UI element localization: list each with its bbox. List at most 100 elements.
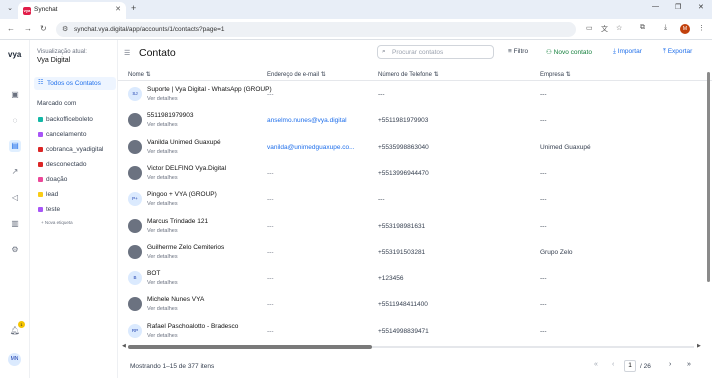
new-tab-button[interactable]: +: [131, 3, 136, 13]
label-item[interactable]: desconectado: [38, 160, 116, 170]
contact-name[interactable]: 5511981979903: [147, 112, 194, 119]
reports-icon[interactable]: ↗: [9, 166, 21, 178]
translate-icon[interactable]: 文: [601, 24, 608, 34]
close-window-icon[interactable]: ✕: [698, 3, 704, 11]
label-item[interactable]: backofficeboleto: [38, 115, 116, 125]
horizontal-scrollbar[interactable]: ◀ ▶: [122, 343, 702, 350]
first-page-icon[interactable]: «: [594, 361, 598, 368]
view-details-link[interactable]: Ver detalhes: [147, 306, 178, 312]
column-header-company[interactable]: Empresa ⇅: [540, 71, 571, 78]
browser-tab[interactable]: vya Synchat ✕: [18, 2, 126, 19]
conversations-icon[interactable]: ◌: [9, 115, 21, 127]
table-row[interactable]: Michele Nunes VYA Ver detalhes --- +5511948…: [118, 291, 706, 317]
column-header-name[interactable]: Nome ⇅: [128, 71, 151, 78]
label-item[interactable]: teste: [38, 205, 116, 215]
filter-button[interactable]: ≡ Filtro: [508, 48, 528, 55]
column-header-phone[interactable]: Número de Telefone ⇅: [378, 71, 439, 78]
url-text[interactable]: synchat.vya.digital/app/accounts/1/conta…: [74, 26, 225, 33]
contact-name[interactable]: Victor DELFINO Vya.Digital: [147, 165, 226, 172]
contact-phone: ---: [378, 91, 385, 98]
scroll-thumb[interactable]: [128, 345, 372, 349]
scroll-right-icon[interactable]: ▶: [697, 343, 701, 349]
forward-icon[interactable]: →: [24, 24, 32, 33]
view-details-link[interactable]: Ver detalhes: [147, 333, 178, 339]
new-contact-button[interactable]: ⚇ Novo contato: [546, 48, 592, 56]
view-details-link[interactable]: Ver detalhes: [147, 201, 178, 207]
label-name: lead: [46, 191, 59, 198]
user-avatar[interactable]: MN: [8, 353, 21, 366]
new-label-link[interactable]: + Nova etiqueta: [41, 220, 73, 225]
table-row[interactable]: B BOT Ver detalhes --- +123456 ---: [118, 265, 706, 291]
next-page-icon[interactable]: ›: [669, 361, 671, 368]
library-icon[interactable]: ▥: [9, 218, 21, 230]
import-button[interactable]: ⤓ Importar: [613, 48, 642, 56]
bookmark-star-icon[interactable]: ☆: [616, 24, 622, 32]
campaigns-icon[interactable]: ◁: [9, 192, 21, 204]
table-row[interactable]: SJ Suporte | Vya Digital - WhatsApp (GROU…: [118, 81, 706, 107]
prev-page-icon[interactable]: ‹: [612, 361, 614, 368]
profile-avatar[interactable]: M: [680, 24, 690, 34]
column-company-label: Empresa: [540, 72, 565, 78]
scroll-left-icon[interactable]: ◀: [122, 343, 126, 349]
export-button[interactable]: ⤒ Exportar: [663, 48, 692, 56]
view-details-link[interactable]: Ver detalhes: [147, 122, 178, 128]
label-item[interactable]: doação: [38, 175, 116, 185]
back-icon[interactable]: ←: [7, 24, 15, 33]
last-page-icon[interactable]: »: [687, 361, 691, 368]
table-row[interactable]: 5511981979903 Ver detalhes anselmo.nunes@v…: [118, 107, 706, 133]
vertical-scroll-thumb[interactable]: [707, 72, 710, 282]
contact-name[interactable]: BOT: [147, 270, 160, 277]
contact-name[interactable]: Pingoo + VYA (GROUP): [147, 191, 217, 198]
sidebar-toggle-icon[interactable]: ☰: [124, 49, 130, 57]
table-row[interactable]: P+ Pingoo + VYA (GROUP) Ver detalhes --- ---…: [118, 186, 706, 212]
label-item[interactable]: lead: [38, 190, 116, 200]
pagination-summary: Mostrando 1–15 de 377 itens: [130, 363, 215, 370]
table-row[interactable]: Marcus Trindade 121 Ver detalhes --- +55319…: [118, 213, 706, 239]
contact-email[interactable]: anselmo.nunes@vya.digital: [267, 117, 347, 124]
contact-name[interactable]: Michele Nunes VYA: [147, 296, 204, 303]
download-icon[interactable]: ⤓: [664, 24, 667, 32]
view-details-link[interactable]: Ver detalhes: [147, 149, 178, 155]
site-info-icon[interactable]: ⚙: [62, 25, 68, 33]
search-input[interactable]: [392, 48, 492, 57]
all-contacts-link[interactable]: ☷ Todos os Contatos: [34, 77, 116, 90]
reload-icon[interactable]: ↻: [40, 24, 47, 33]
minimize-icon[interactable]: —: [652, 3, 659, 10]
label-item[interactable]: cancelamento: [38, 130, 116, 140]
contact-email[interactable]: vanilda@unimedguaxupe.co...: [267, 144, 355, 151]
contact-name[interactable]: Rafael Paschoalotto - Bradesco: [147, 323, 238, 330]
cast-icon[interactable]: ▭: [586, 24, 593, 32]
table-row[interactable]: Victor DELFINO Vya.Digital Ver detalhes --…: [118, 160, 706, 186]
contact-name[interactable]: Marcus Trindade 121: [147, 218, 208, 225]
view-details-link[interactable]: Ver detalhes: [147, 228, 178, 234]
inbox-icon[interactable]: ▣: [9, 89, 21, 101]
contact-name[interactable]: Suporte | Vya Digital - WhatsApp (GROUP): [147, 86, 272, 93]
contact-avatar: [128, 244, 142, 259]
view-details-link[interactable]: Ver detalhes: [147, 175, 178, 181]
contact-name[interactable]: Guilherme Zelo Cemiterios: [147, 244, 224, 251]
extensions-icon[interactable]: ⧉: [640, 24, 645, 32]
label-item[interactable]: cobranca_vyadigital: [38, 145, 116, 155]
view-details-link[interactable]: Ver detalhes: [147, 96, 178, 102]
tab-search-icon[interactable]: ⌄: [5, 4, 15, 14]
view-details-link[interactable]: Ver detalhes: [147, 254, 178, 260]
tab-close-icon[interactable]: ✕: [115, 5, 121, 13]
column-header-email[interactable]: Endereço de e-mail ⇅: [267, 71, 326, 78]
view-details-link[interactable]: Ver detalhes: [147, 280, 178, 286]
contact-search[interactable]: ⌕: [377, 45, 494, 59]
omnibox[interactable]: ⚙ synchat.vya.digital/app/accounts/1/con…: [56, 22, 576, 37]
settings-gear-icon[interactable]: ⚙: [9, 244, 21, 256]
table-row[interactable]: Guilherme Zelo Cemiterios Ver detalhes ---…: [118, 239, 706, 265]
maximize-icon[interactable]: ❐: [675, 3, 681, 11]
contact-phone: +123456: [378, 275, 404, 283]
label-name: doação: [46, 176, 68, 183]
contact-phone: +5535998863040: [378, 143, 429, 151]
browser-menu-icon[interactable]: ⋮: [698, 24, 705, 32]
current-page-input[interactable]: 1: [624, 360, 636, 372]
table-row[interactable]: Vanilda Unimed Guaxupé Ver detalhes vanild…: [118, 134, 706, 160]
contacts-icon[interactable]: ▤: [9, 140, 21, 152]
table-row[interactable]: RP Rafael Paschoalotto - Bradesco Ver deta…: [118, 318, 706, 344]
address-toolbar: ← → ↻ ⚙ synchat.vya.digital/app/accounts…: [0, 19, 712, 40]
contact-name[interactable]: Vanilda Unimed Guaxupé: [147, 139, 221, 146]
vertical-scrollbar[interactable]: [706, 68, 712, 344]
